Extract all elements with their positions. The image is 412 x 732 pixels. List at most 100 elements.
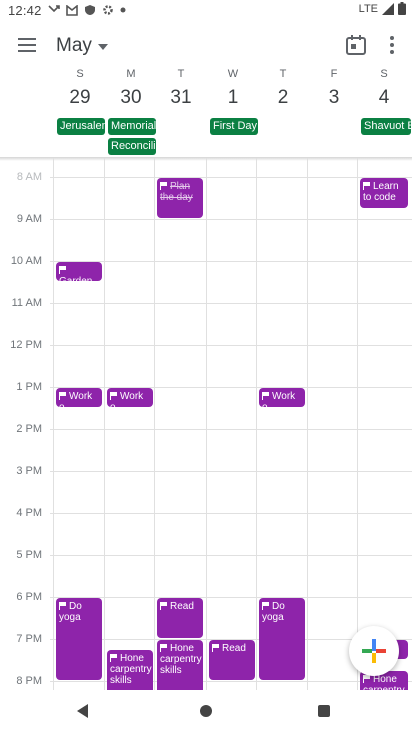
event-title: Garden [59,276,92,281]
event-card[interactable]: Hone carpentry skills [107,650,153,690]
all-day-event[interactable]: Reconcili [108,138,156,155]
time-label: 8 PM [16,675,42,687]
day-of-week: S [76,68,84,80]
flag-icon [110,392,117,400]
time-label: 8 AM [16,171,42,183]
day-header[interactable]: W1 [208,66,258,109]
navigation-bar [0,690,412,732]
gmail-icon [66,4,78,16]
month-label: May [56,35,92,56]
missed-call-icon [48,5,60,13]
day-of-week: F [330,68,338,80]
day-header[interactable]: S4 [359,66,409,109]
event-card[interactable]: Work o [107,388,153,407]
day-number: 3 [328,87,340,108]
time-label: 7 PM [16,633,42,645]
time-label: 9 AM [16,213,42,225]
flag-icon [160,644,167,652]
event-card[interactable]: Read [157,598,203,638]
plus-icon [362,639,386,663]
day-header[interactable]: F3 [309,66,359,109]
flag-icon [59,266,66,274]
day-column-line [357,158,358,690]
time-label: 6 PM [16,591,42,603]
recents-icon[interactable] [318,705,330,717]
day-number: 4 [378,87,390,108]
event-card[interactable]: Work o [56,388,102,407]
event-card[interactable]: Learn to code [360,178,408,208]
day-number: 29 [69,87,91,108]
day-of-week: W [227,68,239,80]
time-label: 4 PM [16,507,42,519]
chevron-down-icon [97,44,108,50]
status-time: 12:42 [8,3,42,18]
time-label: 2 PM [16,423,42,435]
more-options-icon[interactable] [385,33,399,57]
day-of-week: S [380,68,388,80]
day-column-line [154,158,155,690]
all-day-event[interactable]: Memorial [108,118,156,135]
event-card[interactable]: Garden [56,262,102,281]
day-column-line [104,158,105,690]
event-card[interactable]: Read [209,640,255,680]
create-event-button[interactable] [349,626,399,676]
menu-button[interactable] [14,32,42,58]
status-bar: 12:42 LTE [0,0,412,22]
day-column-line [256,158,257,690]
time-grid[interactable]: 8 AM 9 AM 10 AM 11 AM 12 PM 1 PM 2 PM 3 PM 4 PM 5… [0,158,412,690]
event-title: Read [222,643,246,654]
calendar-app: 12:42 LTE May S 29 M 30 T 31 W 1 T 2 F 3 S 4 Jerusale… [0,0,412,732]
time-label: 5 PM [16,549,42,561]
settings-icon [103,5,113,15]
day-number: 2 [277,87,289,108]
day-of-week: M [126,68,136,80]
event-card[interactable]: Do yoga [56,598,102,680]
signal-icon [382,2,394,15]
flag-icon [262,392,269,400]
flag-icon [363,182,370,190]
flag-icon [110,654,117,662]
event-title: Read [170,601,194,612]
day-number: 30 [120,87,142,108]
back-icon[interactable] [77,704,88,718]
all-day-event[interactable]: Shavuot E [361,118,411,135]
vpn-icon [85,5,95,15]
event-card[interactable]: Plan the day [157,178,203,218]
dot-icon [120,7,126,13]
day-header[interactable]: T 31 [156,66,206,109]
event-card[interactable]: Hone carpentry skills [157,640,203,690]
notification-icons [48,2,126,18]
day-number: 31 [170,87,192,108]
flag-icon [212,644,219,652]
network-type: LTE [358,2,378,15]
all-day-event[interactable]: First Day [210,118,258,135]
event-card[interactable]: Do yoga [259,598,305,680]
flag-icon [160,182,167,190]
time-label: 1 PM [16,381,42,393]
day-number: 1 [227,87,239,108]
calendar-today-icon[interactable] [345,34,367,56]
flag-icon [160,602,167,610]
all-day-event[interactable]: Jerusalem [57,118,105,135]
day-header[interactable]: T2 [258,66,308,109]
system-status-icons: LTE [359,2,406,15]
time-label: 12 PM [10,339,42,351]
day-of-week: T [279,68,287,80]
day-header[interactable]: M 30 [106,66,156,109]
day-column-line [206,158,207,690]
flag-icon [59,602,66,610]
time-label: 11 AM [11,297,42,309]
time-label: 3 PM [16,465,42,477]
month-selector[interactable]: May [56,32,108,60]
time-label: 10 AM [10,255,42,267]
home-icon[interactable] [200,705,212,717]
flag-icon [59,392,66,400]
day-column-line [307,158,308,690]
flag-icon [262,602,269,610]
flag-icon [363,675,370,683]
day-header[interactable]: S 29 [55,66,105,109]
day-of-week: T [177,68,185,80]
event-card[interactable]: Work o [259,388,305,407]
day-column-line [53,158,54,690]
battery-icon [398,2,406,15]
